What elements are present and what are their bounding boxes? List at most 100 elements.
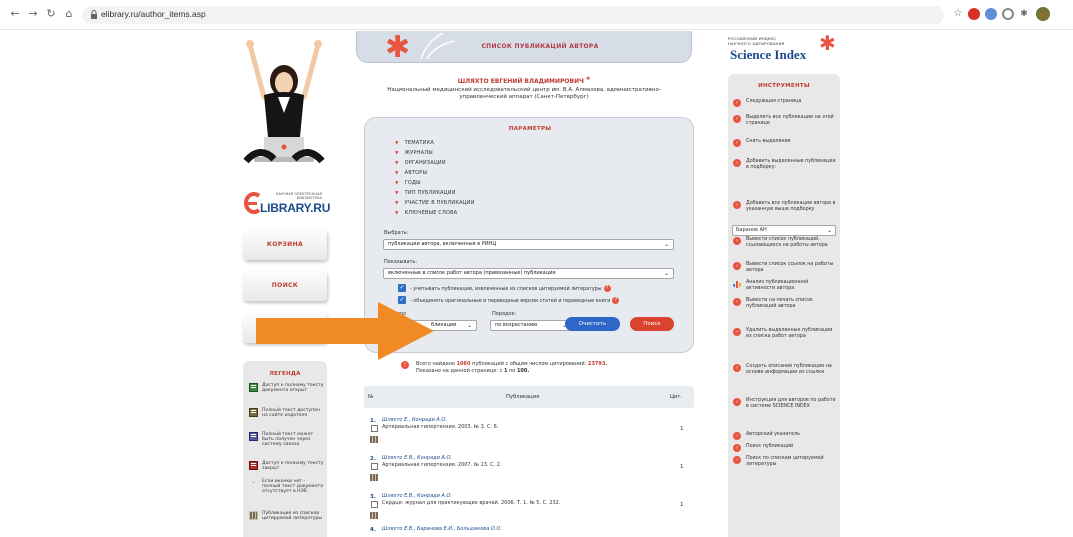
filter-keywords[interactable]: ▼ КЛЮЧЕВЫЕ СЛОВА	[395, 210, 457, 216]
checkbox-citations[interactable]: ✓	[398, 284, 406, 292]
right-column: РОССИЙСКИЙ ИНДЕКС НАУЧНОГО ЦИТИРОВАНИЯ S…	[722, 31, 848, 537]
publication-source[interactable]: Артериальная гипертензия. 2007. № 13. С.…	[382, 462, 502, 468]
citation-list-icon[interactable]	[370, 436, 378, 443]
no-icon-dash: -	[252, 479, 255, 486]
publisher-access-icon	[249, 408, 258, 417]
asterisk-logo-icon: ✱	[819, 31, 836, 55]
main-content: ✱ СПИСОК ПУБЛИКАЦИЙ АВТОРА ШЛЯХТО ЕВГЕНИ…	[354, 31, 694, 537]
publication-authors[interactable]: Шляхто Е.В., Конради А.О.	[382, 455, 452, 461]
column-publication: Публикация	[506, 394, 540, 400]
publication-source[interactable]: Артериальная гипертензия. 2003. № 3. С. …	[382, 424, 498, 430]
page: НАУЧНАЯ ЭЛЕКТРОННАЯ БИБЛИОТЕКА LIBRARY.R…	[0, 31, 1073, 537]
triangle-down-icon: ▼	[395, 191, 399, 196]
filter-authors[interactable]: ▼ АВТОРЫ	[395, 170, 427, 176]
checkbox-citations-label: - учитывать публикации, извлеченные из с…	[410, 285, 611, 292]
select-publications[interactable]: публикации автора, включенные в РИНЦ ⌄	[383, 239, 674, 250]
author-name: ШЛЯХТО ЕВГЕНИЙ ВЛАДИМИРОВИЧ ✱	[457, 76, 591, 85]
extension-icon-3[interactable]	[1002, 8, 1014, 20]
arrow-right-icon: ›	[733, 398, 741, 406]
left-column: НАУЧНАЯ ЭЛЕКТРОННАЯ БИБЛИОТЕКА LIBRARY.R…	[240, 31, 330, 537]
citation-count[interactable]: 1	[680, 464, 684, 470]
show-label: Показывать:	[384, 259, 418, 265]
elibrary-logo-icon[interactable]	[243, 192, 261, 214]
citation-list-icon[interactable]	[370, 512, 378, 519]
arrow-right-icon: ›	[733, 99, 741, 107]
table-header: № Публикация Цит.	[364, 386, 694, 408]
triangle-down-icon: ▼	[395, 161, 399, 166]
clear-button[interactable]: Очистить	[565, 317, 620, 331]
arrow-right-icon: ›	[733, 444, 741, 452]
filter-organizations[interactable]: ▼ ОРГАНИЗАЦИИ	[395, 160, 446, 166]
extension-icon-2[interactable]	[985, 8, 997, 20]
back-icon[interactable]: ←	[8, 7, 22, 21]
arrow-right-icon: ›	[733, 115, 741, 123]
forward-icon[interactable]: →	[26, 7, 40, 21]
row-checkbox[interactable]	[371, 425, 378, 432]
help-icon[interactable]: ?	[603, 285, 611, 292]
publication-source[interactable]: Сердце: журнал для практикующих врачей. …	[382, 500, 560, 506]
page-title: СПИСОК ПУБЛИКАЦИЙ АВТОРА	[481, 43, 599, 50]
citation-list-icon[interactable]	[370, 474, 378, 481]
results-summary: Всего найдено 1060 публикаций с общим чи…	[416, 361, 608, 374]
profile-avatar[interactable]	[1036, 7, 1050, 21]
table-row: 2. Шляхто Е.В., Конради А.О. Артериальна…	[364, 452, 694, 490]
closed-access-icon	[249, 461, 258, 470]
triangle-down-icon: ▼	[395, 211, 399, 216]
puzzle-icon[interactable]: ✱	[1017, 7, 1031, 21]
elibrary-logo-text[interactable]: LIBRARY.RU	[260, 201, 330, 215]
search-button[interactable]: Поиск	[630, 317, 674, 331]
arrow-right-icon: ›	[733, 262, 741, 270]
table-row: 4. Шляхто Е.В., Баранова Е.И., Большаков…	[370, 526, 502, 533]
filter-years[interactable]: ▼ ГОДЫ	[395, 180, 421, 186]
science-index-subtitle: РОССИЙСКИЙ ИНДЕКС НАУЧНОГО ЦИТИРОВАНИЯ	[728, 36, 785, 46]
arrow-right-icon: ›	[733, 159, 741, 167]
pointer-arrow-icon	[256, 302, 434, 360]
science-index-logo[interactable]: Science Index	[730, 47, 806, 63]
publication-authors[interactable]: Шляхто Е.В., Конради А.О.	[382, 493, 452, 499]
row-checkbox[interactable]	[371, 463, 378, 470]
page-header: ✱ СПИСОК ПУБЛИКАЦИЙ АВТОРА	[356, 31, 692, 63]
filter-publication-type[interactable]: ▼ ТИП ПУБЛИКАЦИИ	[395, 190, 456, 196]
lock-icon	[91, 10, 97, 19]
cart-button[interactable]: КОРЗИНА	[243, 230, 327, 260]
triangle-down-icon: ▼	[395, 171, 399, 176]
arrow-right-icon: ›	[733, 139, 741, 147]
publication-authors[interactable]: Шляхто Е.В., Баранова Е.И., Большакова О…	[382, 526, 502, 532]
column-citations: Цит.	[670, 394, 683, 400]
extension-icon-1[interactable]	[968, 8, 980, 20]
banner-illustration	[243, 40, 325, 164]
star-icon[interactable]: ☆	[951, 7, 965, 21]
triangle-down-icon: ▼	[395, 151, 399, 156]
arrow-right-icon: ›	[733, 456, 741, 464]
author-organization: Национальный медицинский исследовательск…	[387, 87, 661, 100]
table-row: 1. Шляхто Е., Конради А.О. Артериальная …	[364, 414, 694, 452]
tools-title: ИНСТРУМЕНТЫ	[758, 83, 810, 89]
tools-panel: ИНСТРУМЕНТЫ › Следующая страница › Выделит…	[728, 74, 840, 537]
select-show[interactable]: включенные в список работ автора (привяз…	[383, 268, 674, 279]
elibrary-logo-subtitle: НАУЧНАЯ ЭЛЕКТРОННАЯ БИБЛИОТЕКА	[275, 192, 322, 200]
filter-journals[interactable]: ▼ ЖУРНАЛЫ	[395, 150, 433, 156]
bar-chart-icon	[733, 281, 741, 288]
legend-title: ЛЕГЕНДА	[269, 371, 301, 377]
address-bar[interactable]	[82, 6, 944, 24]
filter-topics[interactable]: ▼ ТЕМАТИКА	[395, 140, 434, 146]
row-checkbox[interactable]	[371, 501, 378, 508]
collection-select[interactable]: Баранов АН ⌄	[732, 225, 836, 236]
open-access-icon	[249, 383, 258, 392]
arrow-right-icon: ›	[733, 201, 741, 209]
help-icon[interactable]: ?	[612, 297, 620, 304]
triangle-down-icon: ▼	[395, 201, 399, 206]
citation-count[interactable]: 1	[680, 502, 684, 508]
reload-icon[interactable]: ↻	[44, 7, 58, 21]
filter-participation[interactable]: ▼ УЧАСТИЕ В ПУБЛИКАЦИИ	[395, 200, 475, 206]
select-order[interactable]: по возрастанию ⌄	[490, 320, 572, 331]
column-number: №	[368, 394, 374, 400]
minus-icon: −	[733, 328, 741, 336]
search-nav-button[interactable]: ПОИСК	[243, 271, 327, 301]
checkbox-merge-label: - объединять оригинальные и переводные в…	[410, 297, 620, 304]
select-label: Выбрать:	[384, 230, 409, 236]
citation-count[interactable]: 1	[680, 426, 684, 432]
publication-authors[interactable]: Шляхто Е., Конради А.О.	[382, 417, 447, 423]
home-icon[interactable]: ⌂	[62, 7, 76, 21]
browser-toolbar: ← → ↻ ⌂ elibrary.ru/author_items.asp ☆ ✱	[0, 0, 1073, 30]
